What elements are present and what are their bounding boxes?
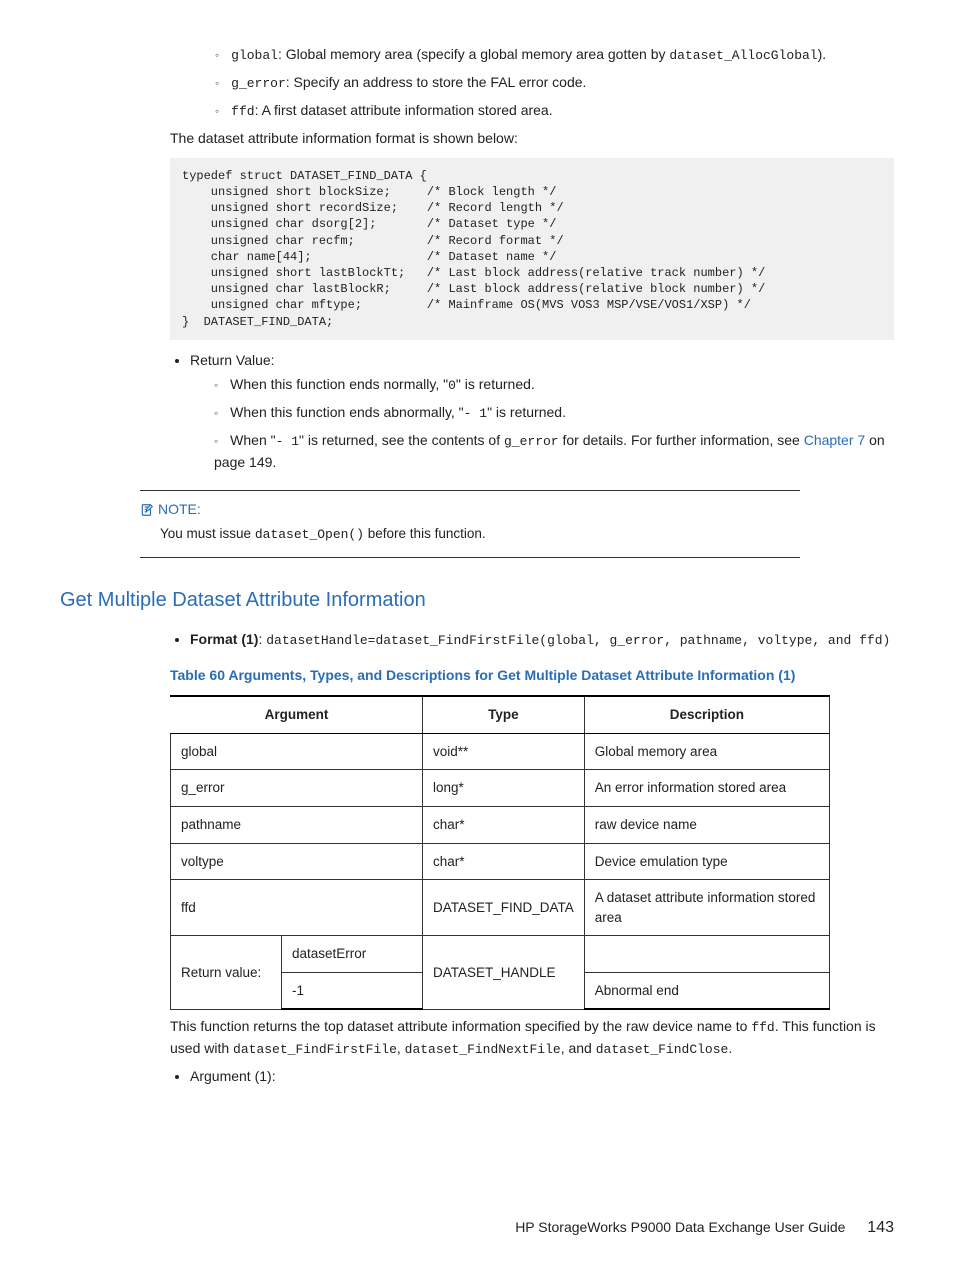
table-row-return: Return value: datasetError DATASET_HANDL…	[171, 936, 830, 973]
return-value-label: Return Value: When this function ends no…	[190, 350, 894, 472]
table-row: g_error long* An error information store…	[171, 770, 830, 807]
note-rule-bottom	[140, 557, 800, 558]
param-code: global	[231, 48, 278, 63]
table-header-row: Argument Type Description	[171, 696, 830, 733]
param-ffd: ffd: A first dataset attribute informati…	[215, 100, 894, 122]
format-bullet: Format (1): datasetHandle=dataset_FindFi…	[190, 629, 894, 651]
return-sublist: When this function ends normally, "0" is…	[214, 374, 894, 472]
footer-title: HP StorageWorks P9000 Data Exchange User…	[515, 1219, 845, 1235]
arguments-table: Argument Type Description global void** …	[170, 695, 830, 1010]
return-abnormal: When this function ends abnormally, "- 1…	[214, 402, 894, 424]
return-normal: When this function ends normally, "0" is…	[214, 374, 894, 396]
chapter-link[interactable]: Chapter 7	[804, 432, 865, 448]
table-row: ffd DATASET_FIND_DATA A dataset attribut…	[171, 880, 830, 936]
th-type: Type	[423, 696, 585, 733]
return-bullet: Return Value: When this function ends no…	[190, 350, 894, 472]
note-rule-top	[140, 490, 800, 491]
note-block: NOTE: You must issue dataset_Open() befo…	[140, 490, 894, 558]
param-list: global: Global memory area (specify a gl…	[215, 44, 894, 122]
table-row: global void** Global memory area	[171, 733, 830, 770]
th-argument: Argument	[171, 696, 423, 733]
return-detail: When "- 1" is returned, see the contents…	[214, 430, 894, 472]
th-description: Description	[584, 696, 829, 733]
param-global: global: Global memory area (specify a gl…	[215, 44, 894, 66]
note-body: You must issue dataset_Open() before thi…	[160, 524, 894, 545]
format-1: Format (1): datasetHandle=dataset_FindFi…	[190, 629, 894, 651]
struct-codeblock: typedef struct DATASET_FIND_DATA { unsig…	[170, 158, 894, 340]
attr-format-intro: The dataset attribute information format…	[170, 128, 894, 148]
table-caption: Table 60 Arguments, Types, and Descripti…	[170, 665, 894, 685]
section-title: Get Multiple Dataset Attribute Informati…	[60, 586, 894, 615]
note-heading: NOTE:	[140, 499, 894, 520]
table-row: pathname char* raw device name	[171, 806, 830, 843]
page-number: 143	[867, 1219, 894, 1236]
page-footer: HP StorageWorks P9000 Data Exchange User…	[60, 1216, 894, 1239]
func-description: This function returns the top dataset at…	[170, 1016, 894, 1060]
table-row: voltype char* Device emulation type	[171, 843, 830, 880]
note-icon	[140, 500, 154, 520]
argument-1: Argument (1):	[190, 1066, 894, 1086]
argument-1-bullet: Argument (1):	[190, 1066, 894, 1086]
param-g-error: g_error: Specify an address to store the…	[215, 72, 894, 94]
